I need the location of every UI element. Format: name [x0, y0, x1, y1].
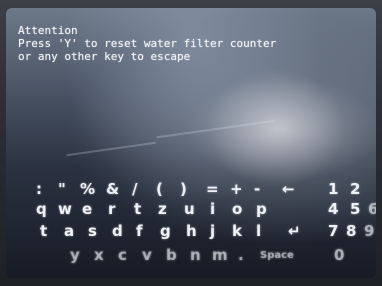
key-n[interactable]: n	[190, 246, 201, 264]
key-0[interactable]: 0	[334, 246, 344, 264]
key-percent[interactable]: %	[80, 180, 95, 198]
key-r[interactable]: r	[108, 200, 115, 218]
key-period[interactable]: .	[238, 246, 244, 264]
key-h[interactable]: h	[186, 222, 197, 240]
key-w[interactable]: w	[58, 200, 72, 218]
key-double-quote[interactable]: "	[58, 180, 66, 198]
touch-screen: Attention Press 'Y' to reset water filte…	[6, 8, 376, 278]
key-1[interactable]: 1	[328, 180, 338, 198]
key-l[interactable]: l	[256, 222, 261, 240]
key-slash[interactable]: /	[132, 180, 137, 198]
key-close-paren[interactable]: )	[180, 180, 187, 198]
key-8[interactable]: 8	[346, 222, 356, 240]
key-a[interactable]: a	[64, 222, 74, 240]
key-o[interactable]: o	[232, 200, 242, 218]
key-6[interactable]: 6	[368, 200, 376, 218]
key-i[interactable]: i	[210, 200, 215, 218]
on-screen-keyboard: : " % & / ( ) = + - ← 1 2 q w e r t z u …	[6, 178, 376, 278]
key-d[interactable]: d	[112, 222, 123, 240]
space-key[interactable]: Space	[260, 250, 294, 261]
attention-dialog: Attention Press 'Y' to reset water filte…	[18, 24, 276, 63]
key-2[interactable]: 2	[350, 180, 360, 198]
key-k[interactable]: k	[232, 222, 242, 240]
backspace-key[interactable]: ←	[282, 180, 295, 198]
key-e[interactable]: e	[82, 200, 92, 218]
key-s[interactable]: s	[88, 222, 97, 240]
dialog-title: Attention	[18, 24, 78, 37]
key-minus[interactable]: -	[254, 180, 260, 198]
key-q[interactable]: q	[36, 200, 47, 218]
key-z[interactable]: z	[158, 200, 167, 218]
key-ampersand[interactable]: &	[106, 180, 119, 198]
screen-glare-streak	[66, 141, 156, 157]
key-equals[interactable]: =	[206, 180, 219, 198]
key-f[interactable]: f	[136, 222, 143, 240]
key-t-alt[interactable]: t	[40, 222, 47, 240]
key-p[interactable]: p	[256, 200, 267, 218]
dialog-message-line-2: or any other key to escape	[18, 50, 191, 63]
key-open-paren[interactable]: (	[156, 180, 163, 198]
key-plus[interactable]: +	[230, 180, 243, 198]
key-colon[interactable]: :	[36, 180, 42, 198]
key-t[interactable]: t	[134, 200, 141, 218]
key-g[interactable]: g	[160, 222, 171, 240]
key-u[interactable]: u	[184, 200, 195, 218]
key-y[interactable]: y	[70, 246, 80, 264]
key-9[interactable]: 9	[364, 222, 374, 240]
key-j[interactable]: j	[210, 222, 215, 240]
key-m[interactable]: m	[212, 246, 228, 264]
key-x[interactable]: x	[94, 246, 104, 264]
key-5[interactable]: 5	[350, 200, 360, 218]
dialog-message-line-1: Press 'Y' to reset water filter counter	[18, 37, 277, 50]
key-v[interactable]: v	[142, 246, 152, 264]
key-c[interactable]: c	[118, 246, 127, 264]
enter-key[interactable]: ↵	[288, 222, 301, 240]
key-4[interactable]: 4	[328, 200, 338, 218]
key-7[interactable]: 7	[328, 222, 338, 240]
key-b[interactable]: b	[166, 246, 177, 264]
